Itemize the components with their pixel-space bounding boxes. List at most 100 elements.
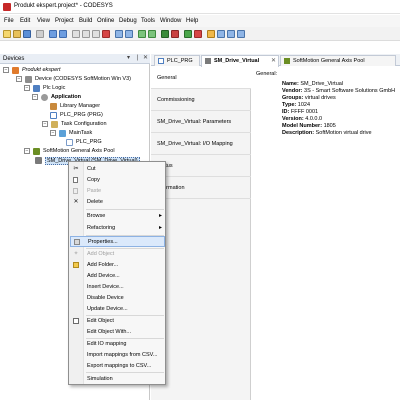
menu-item-add-folder[interactable]: Add Folder... [70, 260, 165, 270]
menu-item-import-mappings[interactable]: Import mappings from CSV... [70, 350, 165, 360]
properties-icon [74, 239, 80, 245]
menu-item-edit-io-mapping[interactable]: Edit IO mapping [70, 339, 165, 349]
tab-axis-pool[interactable]: SoftMotion General Axis Pool [280, 55, 396, 66]
menu-debug[interactable]: Debug [119, 18, 137, 24]
menu-window[interactable]: Window [160, 18, 181, 24]
close-tab-icon[interactable]: ✕ [271, 57, 276, 64]
tree-item-library-manager[interactable]: Library Manager [50, 102, 145, 111]
tree-item-axis-pool[interactable]: − SoftMotion General Axis Pool [24, 147, 144, 156]
menu-item-label: Disable Device [87, 295, 124, 301]
tree-item-plc-prg[interactable]: PLC_PRG (PRG) [50, 111, 145, 120]
side-tab-label: General [157, 75, 177, 81]
new-project-icon[interactable] [3, 30, 11, 38]
side-tab-status[interactable]: Status [151, 155, 251, 177]
tab-plc-prg[interactable]: PLC_PRG [154, 55, 200, 66]
auto-hide-icon[interactable]: ❘ [134, 55, 141, 62]
window-title: Produkt ekspert.project* - CODESYS [14, 3, 113, 9]
start-icon[interactable] [184, 30, 192, 38]
stop-icon[interactable] [194, 30, 202, 38]
menu-item-add-device[interactable]: Add Device... [70, 271, 165, 281]
cut-toolbar-icon[interactable] [72, 30, 80, 38]
application-icon [41, 94, 48, 101]
close-panel-icon[interactable]: ✕ [142, 55, 149, 62]
menu-item-edit-object[interactable]: Edit Object [70, 316, 165, 326]
menu-view[interactable]: View [37, 18, 50, 24]
menu-tools[interactable]: Tools [141, 18, 155, 24]
tree-item-plc-logic[interactable]: − Plc Logic [24, 84, 144, 93]
side-tab-io-mapping[interactable]: SM_Drive_Virtual: I/O Mapping [151, 133, 251, 155]
menu-item-update-device[interactable]: Update Device... [70, 304, 165, 314]
tree-item-plc-prg-call[interactable]: PLC_PRG [66, 138, 136, 147]
menu-item-insert-device[interactable]: Insert Device... [70, 282, 165, 292]
tree-item-project[interactable]: − Produkt ekspert [3, 66, 143, 75]
copy-toolbar-icon[interactable] [82, 30, 90, 38]
find-icon[interactable] [115, 30, 123, 38]
side-tab-parameters[interactable]: SM_Drive_Virtual: Parameters [151, 111, 251, 133]
print-icon[interactable] [36, 30, 44, 38]
menu-item-paste[interactable]: Paste [70, 186, 165, 196]
menu-item-delete[interactable]: ✕ Delete [70, 197, 165, 207]
menu-item-properties[interactable]: Properties... [70, 236, 165, 247]
step-over-icon[interactable] [217, 30, 225, 38]
tree-item-device[interactable]: − Device (CODESYS SoftMotion Win V3) [16, 75, 146, 84]
logout-icon[interactable] [171, 30, 179, 38]
prop-key: Name: [282, 81, 299, 87]
collapse-icon[interactable]: − [32, 94, 38, 100]
menu-item-edit-object-with[interactable]: Edit Object With... [70, 327, 165, 337]
menu-item-export-mappings[interactable]: Export mappings to CSV... [70, 361, 165, 371]
menu-project[interactable]: Project [55, 18, 74, 24]
prop-value: virtual drives [304, 95, 336, 101]
side-tab-general[interactable]: General [151, 67, 251, 89]
paste-toolbar-icon[interactable] [92, 30, 100, 38]
collapse-icon[interactable]: − [24, 148, 30, 154]
replace-icon[interactable] [125, 30, 133, 38]
side-tab-information[interactable]: Information [151, 177, 251, 199]
collapse-icon[interactable]: − [50, 130, 56, 136]
menu-item-simulation[interactable]: Simulation [70, 374, 165, 384]
menu-item-disable-device[interactable]: Disable Device [70, 293, 165, 303]
collapse-icon[interactable]: − [3, 67, 9, 73]
tree-item-task-configuration[interactable]: − Task Configuration [42, 120, 142, 129]
side-tab-commissioning[interactable]: Commissioning [151, 89, 251, 111]
menu-online[interactable]: Online [97, 18, 114, 24]
menu-item-copy[interactable]: Copy [70, 175, 165, 185]
step-into-icon[interactable] [227, 30, 235, 38]
menu-build[interactable]: Build [79, 18, 92, 24]
pin-icon[interactable]: ▾ [125, 55, 132, 62]
collapse-icon[interactable]: − [42, 121, 48, 127]
tree-item-label: Device (CODESYS SoftMotion Win V3) [35, 76, 131, 82]
tree-item-maintask[interactable]: − MainTask [50, 129, 140, 138]
menu-item-cut[interactable]: ✂ Cut [70, 164, 165, 174]
delete-toolbar-icon[interactable] [102, 30, 110, 38]
menu-bar: File Edit View Project Build Online Debu… [0, 15, 400, 27]
menu-item-label: Edit IO mapping [87, 341, 127, 347]
step-out-icon[interactable] [237, 30, 245, 38]
menu-file[interactable]: File [4, 18, 14, 24]
prop-key: Description: [282, 130, 315, 136]
rebuild-icon[interactable] [148, 30, 156, 38]
prop-key: Groups: [282, 95, 304, 101]
prop-type: Type: 1024 [282, 102, 400, 109]
collapse-icon[interactable]: − [16, 76, 22, 82]
save-icon[interactable] [23, 30, 31, 38]
tree-item-application[interactable]: − Application [32, 93, 142, 102]
menu-item-label: Add Device... [87, 273, 120, 279]
cut-icon: ✂ [73, 166, 79, 172]
menu-item-refactoring[interactable]: Refactoring ▸ [70, 223, 165, 233]
build-icon[interactable] [138, 30, 146, 38]
collapse-icon[interactable]: − [24, 85, 30, 91]
menu-item-add-object[interactable]: ✦ Add Object [70, 249, 165, 259]
redo-icon[interactable] [59, 30, 67, 38]
breakpoint-icon[interactable] [207, 30, 215, 38]
prop-value: SoftMotion virtual drive [315, 130, 372, 136]
open-project-icon[interactable] [13, 30, 21, 38]
menu-item-browse[interactable]: Browse ▸ [70, 211, 165, 221]
prop-value: 1805 [323, 123, 336, 129]
tab-sm-drive-virtual[interactable]: SM_Drive_Virtual ✕ [201, 55, 279, 67]
menu-item-label: Add Folder... [87, 262, 119, 268]
menu-edit[interactable]: Edit [20, 18, 30, 24]
login-icon[interactable] [161, 30, 169, 38]
tree-item-label: PLC_PRG (PRG) [60, 112, 103, 118]
menu-help[interactable]: Help [186, 18, 198, 24]
undo-icon[interactable] [49, 30, 57, 38]
